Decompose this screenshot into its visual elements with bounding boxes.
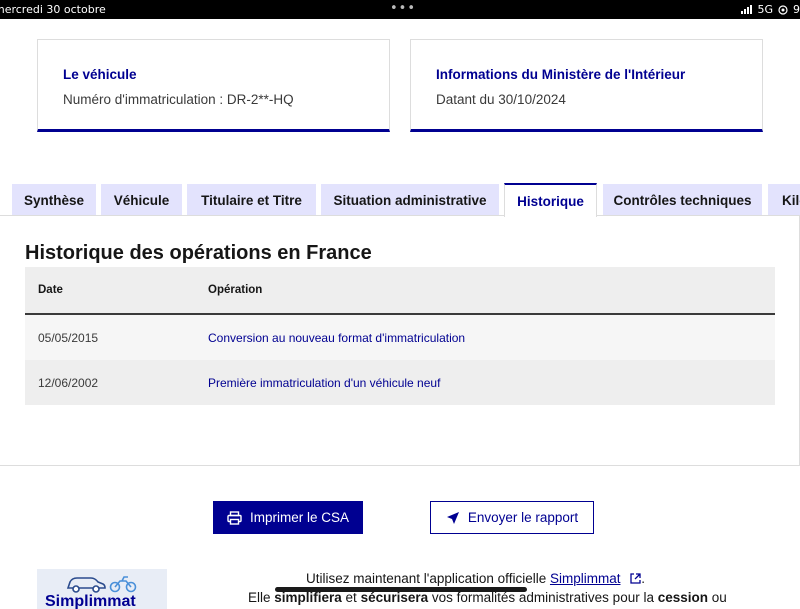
home-indicator[interactable] bbox=[275, 587, 527, 592]
send-report-button[interactable]: Envoyer le rapport bbox=[430, 501, 594, 534]
print-csa-label: Imprimer le CSA bbox=[249, 510, 349, 525]
network-label: 5G bbox=[757, 3, 773, 16]
promo-emphasis: simplifiera bbox=[274, 590, 342, 605]
promo-line-2: Elle simplifiera et sécurisera vos forma… bbox=[248, 590, 727, 605]
orientation-lock-icon bbox=[778, 4, 788, 15]
vehicle-card: Le véhicule Numéro d'immatriculation : D… bbox=[37, 39, 390, 132]
multitasking-dots-icon[interactable]: ••• bbox=[390, 1, 416, 16]
tab-kilometrage[interactable]: Kilométrage bbox=[768, 184, 800, 216]
promo-text: ou bbox=[708, 590, 727, 605]
status-bar: mercredi 30 octobre ••• 5G 9 bbox=[0, 0, 800, 19]
data-date: Datant du 30/10/2024 bbox=[436, 92, 566, 107]
promo-text: vos formalités administratives pour la bbox=[428, 590, 658, 605]
promo-line-1: Utilisez maintenant l'application offici… bbox=[306, 571, 645, 586]
tab-vehicule[interactable]: Véhicule bbox=[101, 184, 182, 216]
simplimmat-link-label: Simplimmat bbox=[549, 571, 621, 586]
row-date: 12/06/2002 bbox=[38, 376, 99, 390]
promo-emphasis: sécurisera bbox=[360, 590, 429, 605]
send-icon bbox=[446, 511, 459, 524]
send-report-label: Envoyer le rapport bbox=[467, 510, 579, 525]
printer-icon bbox=[227, 510, 242, 525]
row-date: 05/05/2015 bbox=[38, 331, 99, 345]
promo-text: Elle bbox=[248, 590, 275, 605]
promo-text: et bbox=[341, 590, 361, 605]
battery-label: 9 bbox=[793, 3, 800, 16]
status-indicators: 5G 9 bbox=[741, 3, 800, 16]
simplimmat-logo: Simplimmat bbox=[37, 569, 167, 609]
row-operation: Première immatriculation d'un véhicule n… bbox=[208, 376, 441, 390]
column-header-date: Date bbox=[38, 284, 63, 296]
tab-titulaire-titre[interactable]: Titulaire et Titre bbox=[187, 184, 316, 216]
car-icon bbox=[66, 577, 106, 593]
column-header-operation: Opération bbox=[208, 284, 263, 296]
status-datetime: mercredi 30 octobre bbox=[0, 3, 106, 16]
table-row: 12/06/2002 Première immatriculation d'un… bbox=[25, 360, 775, 405]
tab-list: Synthèse Véhicule Titulaire et Titre Sit… bbox=[0, 183, 800, 217]
promo-suffix: . bbox=[641, 571, 646, 586]
registration-number: Numéro d'immatriculation : DR-2**-HQ bbox=[63, 92, 294, 107]
row-operation: Conversion au nouveau format d'immatricu… bbox=[208, 331, 466, 345]
simplimmat-link[interactable]: Simplimmat bbox=[550, 571, 621, 586]
history-title: Historique des opérations en France bbox=[25, 242, 372, 264]
promo-emphasis: cession bbox=[657, 590, 708, 605]
motorbike-icon bbox=[109, 576, 137, 593]
table-row: 05/05/2015 Conversion au nouveau format … bbox=[25, 315, 775, 360]
promo-prefix: Utilisez maintenant l'application offici… bbox=[306, 571, 550, 586]
external-link-icon[interactable] bbox=[630, 573, 641, 584]
ministry-card-title: Informations du Ministère de l'Intérieur bbox=[436, 67, 686, 82]
logo-text: Simplimmat bbox=[45, 593, 136, 609]
tab-historique[interactable]: Historique bbox=[504, 183, 597, 217]
tab-synthese[interactable]: Synthèse bbox=[12, 184, 96, 216]
signal-icon bbox=[741, 5, 753, 14]
table-header: Date Opération bbox=[25, 267, 775, 315]
vehicle-card-title: Le véhicule bbox=[63, 67, 137, 82]
tab-controles-techniques[interactable]: Contrôles techniques bbox=[603, 184, 762, 216]
ministry-card: Informations du Ministère de l'Intérieur… bbox=[410, 39, 763, 132]
history-table: Date Opération 05/05/2015 Conversion au … bbox=[25, 267, 775, 405]
tab-situation-administrative[interactable]: Situation administrative bbox=[321, 184, 499, 216]
print-csa-button[interactable]: Imprimer le CSA bbox=[213, 501, 363, 534]
